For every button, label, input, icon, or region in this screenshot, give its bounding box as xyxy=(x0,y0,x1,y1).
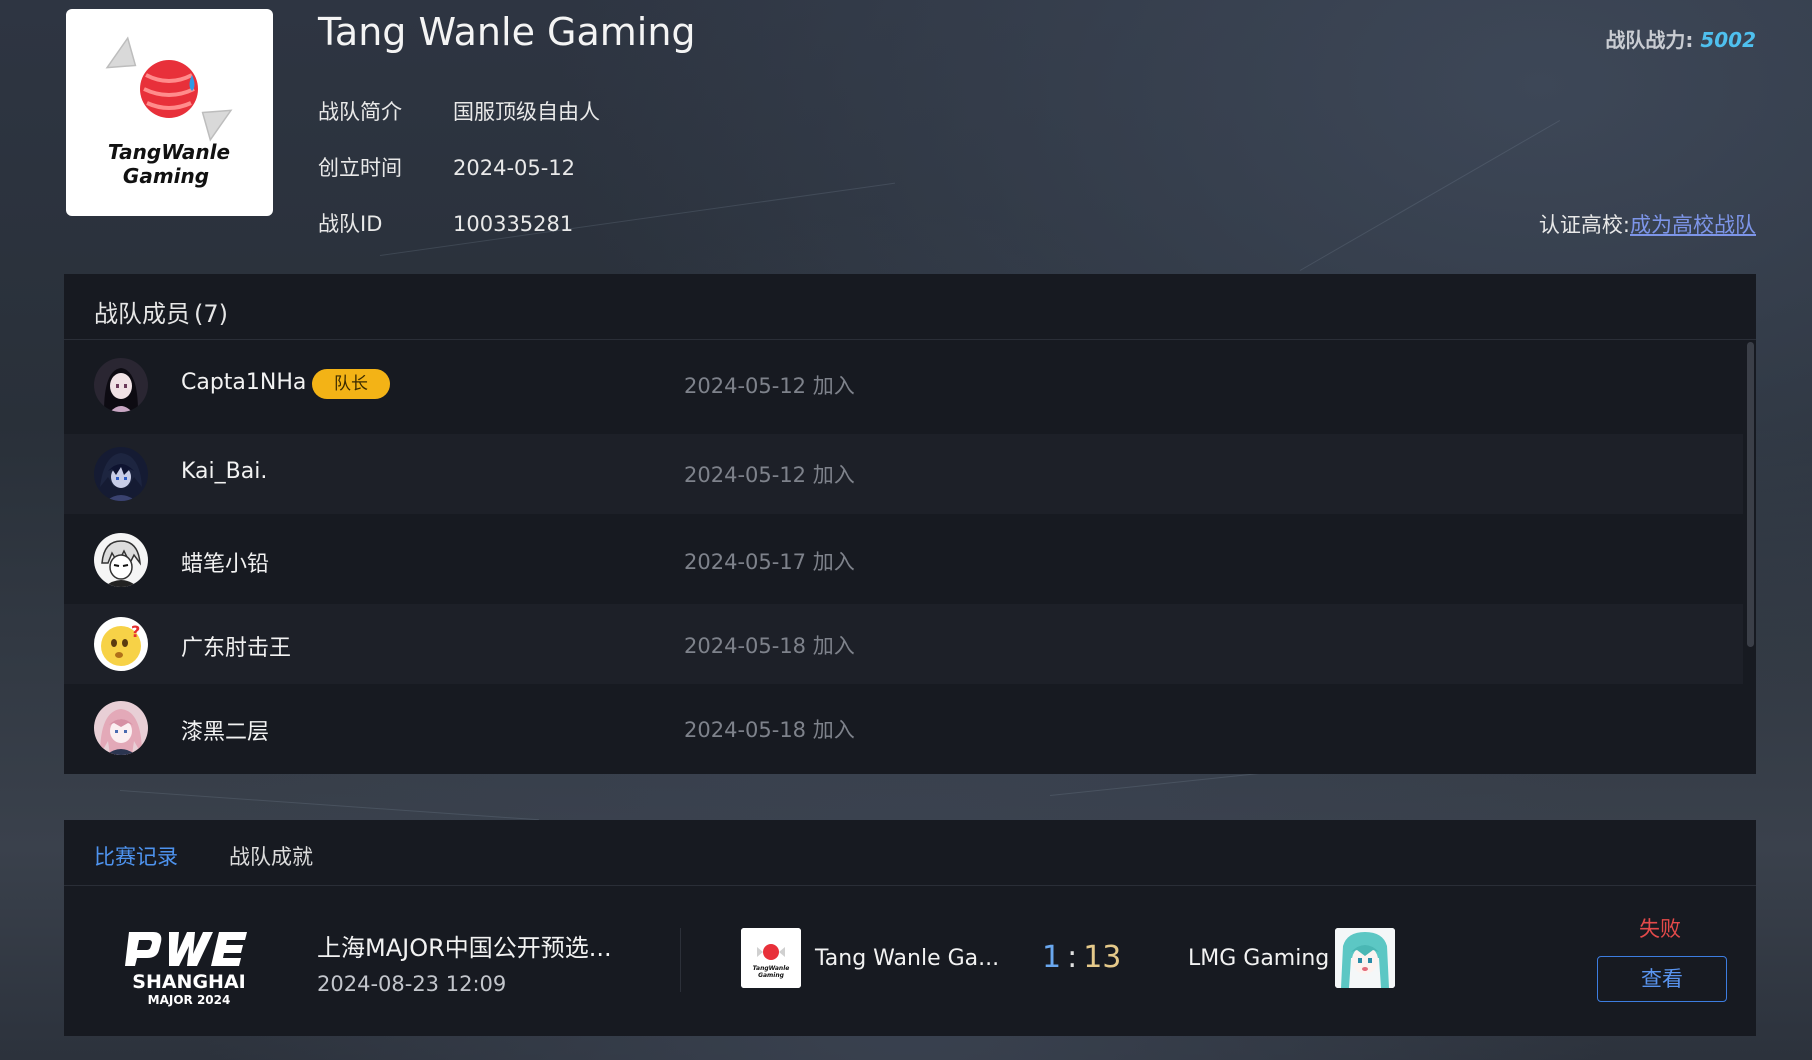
member-row[interactable]: ? 广东肘击王 2024-05-18 加入 xyxy=(64,604,1743,684)
tab-team-achievements[interactable]: 战队成就 xyxy=(229,841,313,871)
team-power-value: 5002 xyxy=(1700,28,1756,52)
team-name: Tang Wanle Gaming xyxy=(318,10,696,54)
member-row[interactable]: 漆黑二层 2024-05-18 加入 xyxy=(64,684,1743,764)
certified-school-label: 认证高校: xyxy=(1538,213,1630,237)
member-name[interactable]: 广东肘击王 xyxy=(181,630,291,662)
team-a-logo: TangWanle Gaming xyxy=(741,928,801,988)
member-join-date: 2024-05-18 加入 xyxy=(684,718,855,742)
members-count: (7) xyxy=(194,300,228,328)
svg-text:TangWanle: TangWanle xyxy=(108,140,230,164)
team-id-label: 战队ID xyxy=(318,212,383,236)
member-join-date: 2024-05-12 加入 xyxy=(684,463,855,487)
avatar[interactable] xyxy=(94,533,148,587)
event-logo: SHANGHAI MAJOR 2024 xyxy=(119,922,259,1012)
team-logo: TangWanle Gaming xyxy=(66,9,273,216)
team-intro-value: 国服顶级自由人 xyxy=(453,100,600,124)
score-separator: : xyxy=(1067,940,1078,975)
svg-text:?: ? xyxy=(131,622,140,641)
team-b-logo xyxy=(1335,928,1395,988)
svg-text:MAJOR 2024: MAJOR 2024 xyxy=(148,993,231,1007)
divider xyxy=(64,339,1756,340)
member-row[interactable]: 蜡笔小铅 2024-05-17 加入 xyxy=(64,514,1743,594)
member-row[interactable]: Kai_Bai. 2024-05-12 加入 xyxy=(64,434,1743,514)
team-a-name[interactable]: Tang Wanle Ga... xyxy=(815,946,999,971)
team-founded-value: 2024-05-12 xyxy=(453,156,576,180)
matches-panel: 比赛记录 战队成就 SHANGHAI MAJOR 2024 上海MAJOR中国公… xyxy=(64,820,1756,1036)
match-score: 1:13 xyxy=(1042,940,1121,975)
avatar[interactable] xyxy=(94,447,148,501)
captain-badge: 队长 xyxy=(312,369,390,399)
member-name[interactable]: Kai_Bai. xyxy=(181,459,267,484)
candy-logo-icon: TangWanle Gaming xyxy=(105,36,233,188)
match-time: 2024-08-23 12:09 xyxy=(317,972,507,996)
score-team-a: 1 xyxy=(1042,940,1062,975)
member-join-date: 2024-05-18 加入 xyxy=(684,634,855,658)
team-id-row: 战队ID 100335281 xyxy=(318,208,573,238)
divider xyxy=(680,928,681,992)
team-b-name[interactable]: LMG Gaming xyxy=(1188,946,1329,971)
member-name[interactable]: 蜡笔小铅 xyxy=(181,546,269,578)
event-name[interactable]: 上海MAJOR中国公开预选... xyxy=(317,928,612,963)
members-scrollbar[interactable] xyxy=(1747,342,1754,647)
members-title: 战队成员 (7) xyxy=(94,294,228,329)
team-power-label: 战队战力: xyxy=(1605,28,1694,52)
divider xyxy=(64,885,1756,886)
svg-text:Gaming: Gaming xyxy=(758,972,785,979)
avatar[interactable]: ? xyxy=(94,617,148,671)
become-school-team-link[interactable]: 成为高校战队 xyxy=(1630,213,1756,237)
member-row[interactable]: Capta1NHa 队长 2024-05-12 加入 xyxy=(64,342,1743,422)
team-founded-row: 创立时间 2024-05-12 xyxy=(318,152,575,182)
team-intro-row: 战队简介 国服顶级自由人 xyxy=(318,96,600,126)
member-join-date: 2024-05-12 加入 xyxy=(684,374,855,398)
view-match-button[interactable]: 查看 xyxy=(1597,956,1727,1002)
certified-school: 认证高校:成为高校战队 xyxy=(1539,209,1756,239)
team-intro-label: 战队简介 xyxy=(318,100,402,124)
member-name[interactable]: 漆黑二层 xyxy=(181,714,269,746)
avatar[interactable] xyxy=(94,358,148,412)
svg-text:TangWanle: TangWanle xyxy=(753,965,790,972)
team-founded-label: 创立时间 xyxy=(318,156,402,180)
member-name[interactable]: Capta1NHa xyxy=(181,370,306,395)
avatar[interactable] xyxy=(94,701,148,755)
members-panel: 战队成员 (7) Capta1NHa 队长 2024-05-12 加入 Kai_… xyxy=(64,274,1756,774)
team-id-value: 100335281 xyxy=(453,212,574,236)
shanghai-major-logo-icon: SHANGHAI MAJOR 2024 xyxy=(125,932,247,1007)
svg-text:SHANGHAI: SHANGHAI xyxy=(132,971,245,993)
members-title-label: 战队成员 xyxy=(94,300,190,328)
team-power: 战队战力: 5002 xyxy=(1605,24,1756,53)
svg-text:Gaming: Gaming xyxy=(123,164,209,188)
member-join-date: 2024-05-17 加入 xyxy=(684,550,855,574)
match-result: 失败 xyxy=(1639,917,1681,941)
score-team-b: 13 xyxy=(1083,940,1122,975)
tab-match-records[interactable]: 比赛记录 xyxy=(94,841,178,871)
